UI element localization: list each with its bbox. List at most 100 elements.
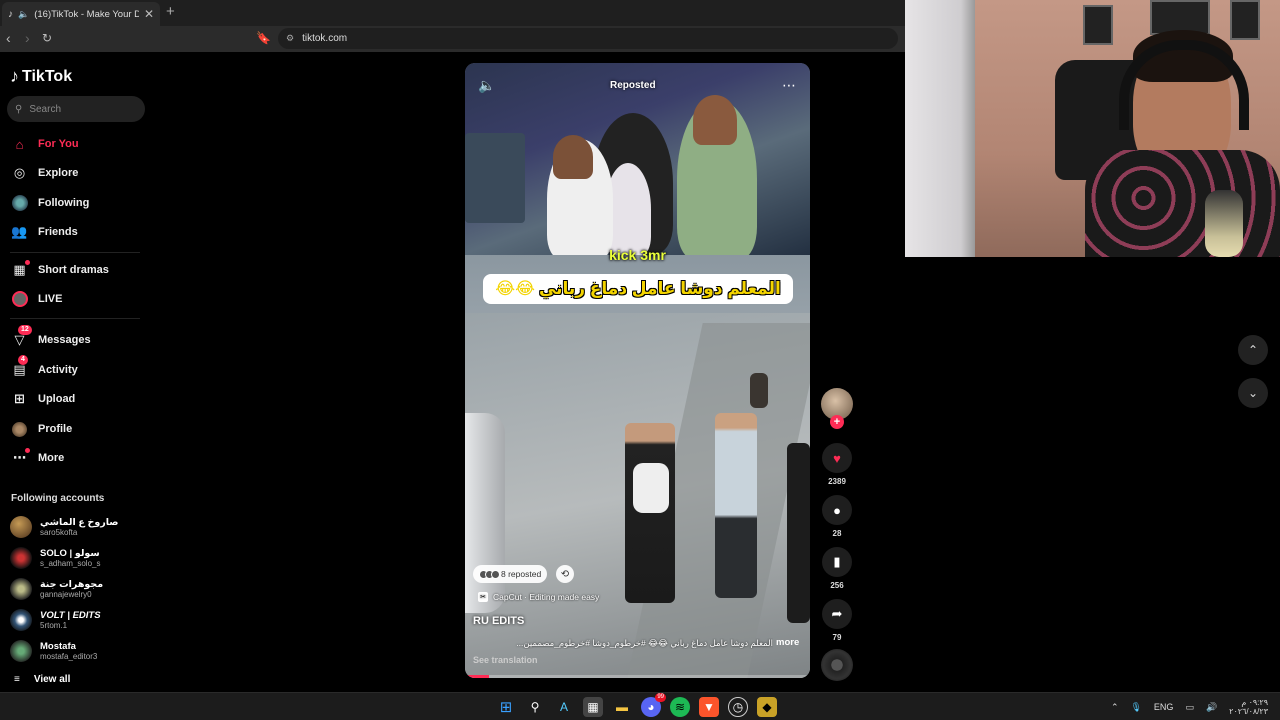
video-person [693, 95, 737, 145]
tray-overflow-icon[interactable]: ⌃ [1111, 702, 1119, 713]
tiktok-logo[interactable]: ♪ TikTok [10, 66, 72, 87]
reload-icon[interactable]: ↻ [42, 31, 52, 45]
reposted-pill[interactable]: 8 reposted [473, 565, 548, 583]
nav-label: Short dramas [38, 264, 109, 276]
tab-title: (16)TikTok - Make Your Day [34, 8, 139, 20]
video-player[interactable]: 🔈 Reposted ⋯ kick 3mr المعلم دوشا عامل د… [465, 63, 810, 678]
account-name: VOLT | EDITS [40, 610, 101, 621]
store-icon[interactable]: ▦ [583, 697, 603, 717]
avatar [10, 547, 32, 569]
share-button[interactable]: ➦ 79 [820, 599, 854, 642]
close-tab-icon[interactable]: ✕ [144, 7, 154, 21]
nav-label: More [38, 452, 65, 464]
music-disc-icon[interactable] [821, 649, 853, 681]
previous-video-button[interactable]: ⌃ [1238, 335, 1268, 365]
audio-icon[interactable]: 🔈 [18, 9, 29, 20]
new-dot [25, 447, 30, 453]
spotify-icon[interactable]: ≋ [670, 697, 690, 717]
discord-icon[interactable]: ◕ 99 [641, 693, 666, 717]
tiktok-note-icon: ♪ [10, 66, 19, 86]
sound-icon[interactable]: 🔈 [478, 77, 495, 94]
new-tab-button[interactable]: + [166, 3, 175, 20]
nav-live[interactable]: LIVE [0, 286, 160, 312]
chevron-down-icon: ⌄ [1247, 386, 1259, 400]
account-handle: 5rtom.1 [40, 621, 68, 630]
nav-following[interactable]: Following [0, 190, 160, 216]
nav-activity[interactable]: ▤ 4 Activity [0, 354, 160, 383]
sidebar: ♪ TikTok ⚲ Search ⌂ For You ◎ Explore Fo… [0, 52, 160, 692]
following-account[interactable]: مجوهرات جنة gannajewelry0 [10, 576, 155, 602]
taskbar-apps: ⊞ ⚲ A ▦ ▬ ◕ 99 ≋ ▼ ◷ ◆ [496, 693, 777, 717]
webcam-overlay [905, 0, 1280, 257]
following-account[interactable]: SOLO | سولو s_adham_solo_s [10, 545, 155, 571]
more-options-icon[interactable]: ⋯ [782, 77, 796, 94]
upload-icon: ⊞ [14, 391, 25, 406]
account-name: مجوهرات جنة [40, 579, 104, 590]
windows-start-icon[interactable]: ⊞ [496, 697, 516, 717]
language-indicator[interactable]: ENG [1154, 702, 1174, 712]
nav-upload[interactable]: ⊞ Upload [0, 386, 160, 412]
search-icon[interactable]: ⚲ [525, 697, 545, 717]
forward-icon[interactable]: › [25, 30, 30, 46]
account-handle: mostafa_editor3 [40, 652, 98, 661]
video-progress-bar[interactable] [465, 675, 810, 678]
new-dot [25, 259, 30, 265]
capcut-link[interactable]: ✂ CapCut · Editing made easy [478, 592, 599, 602]
video-overlay-text: kick 3mr [609, 247, 666, 263]
follow-plus-icon[interactable]: + [830, 415, 844, 429]
logo-text: TikTok [22, 67, 73, 85]
volume-icon[interactable]: 🔊 [1206, 702, 1217, 713]
clock-date: ٢٠٢٦/٠٨/٢٣ [1229, 707, 1268, 716]
address-bar-row: ‹ › ↻ 🔖 ⚙ tiktok.com [0, 26, 905, 52]
search-icon: ⚲ [15, 103, 23, 115]
file-explorer-icon[interactable]: ▬ [612, 697, 632, 717]
like-button[interactable]: ♥ 2389 [820, 443, 854, 486]
browser-tab[interactable]: ♪ 🔈 (16)TikTok - Make Your Day ✕ [2, 2, 160, 26]
share-count: 79 [832, 633, 842, 642]
app-gold-icon[interactable]: ◆ [757, 697, 777, 717]
nav-explore[interactable]: ◎ Explore [0, 160, 160, 186]
tiktok-favicon-icon: ♪ [8, 8, 13, 20]
description-more-link[interactable]: more [776, 637, 799, 648]
search-input[interactable]: ⚲ Search [7, 96, 145, 122]
nav-friends[interactable]: 👥 Friends [0, 219, 160, 245]
like-count: 2389 [828, 477, 846, 486]
comment-button[interactable]: ● 28 [820, 495, 854, 538]
system-tray: ⌃ 🎙 ENG ▭ 🔊 ٠٩:٢٩ م ٢٠٢٦/٠٨/٢٣ [1111, 698, 1268, 716]
account-handle: gannajewelry0 [40, 590, 92, 599]
capcut-label: CapCut · Editing made easy [493, 592, 600, 602]
brave-browser-icon[interactable]: ▼ [699, 697, 719, 717]
bookmark-icon[interactable]: 🔖 [256, 31, 271, 45]
comment-count: 28 [832, 529, 842, 538]
see-translation-link[interactable]: See translation [473, 655, 538, 665]
network-icon[interactable]: ▭ [1185, 702, 1194, 713]
save-button[interactable]: ▮ 256 [820, 547, 854, 590]
nav-for-you[interactable]: ⌂ For You [0, 131, 160, 157]
save-count: 256 [830, 581, 844, 590]
site-info-icon[interactable]: ⚙ [286, 33, 294, 44]
clock[interactable]: ٠٩:٢٩ م ٢٠٢٦/٠٨/٢٣ [1229, 698, 1268, 716]
url-text: tiktok.com [302, 33, 348, 44]
repost-icon[interactable]: ⟲ [556, 565, 574, 583]
webcam-microphone [1205, 190, 1243, 257]
nav-messages[interactable]: ▽ 12 Messages [0, 324, 160, 353]
live-icon [11, 291, 28, 308]
video-author[interactable]: RU EDITS [473, 615, 524, 627]
app-a-icon[interactable]: A [554, 697, 574, 717]
reposted-count: 8 reposted [501, 569, 542, 579]
next-video-button[interactable]: ⌄ [1238, 378, 1268, 408]
view-all-label: View all [33, 674, 71, 685]
video-character [715, 413, 757, 598]
back-icon[interactable]: ‹ [6, 30, 11, 46]
following-account[interactable]: VOLT | EDITS 5rtom.1 [10, 607, 155, 633]
video-progress-fill [465, 675, 490, 678]
nav-short-dramas[interactable]: ▦ Short dramas [0, 257, 160, 283]
app-clock-icon[interactable]: ◷ [728, 697, 748, 717]
following-account[interactable]: Mostafa mostafa_editor3 [10, 638, 155, 664]
nav-more[interactable]: ⋯ More [0, 445, 160, 471]
view-all-button[interactable]: ≡ View all [14, 674, 70, 685]
url-field[interactable]: ⚙ tiktok.com [278, 28, 898, 49]
following-account[interactable]: صاروخ ع الماشي saro5kofta [10, 514, 155, 540]
nav-profile[interactable]: Profile [0, 416, 160, 442]
microphone-icon[interactable]: 🎙 [1130, 702, 1141, 713]
